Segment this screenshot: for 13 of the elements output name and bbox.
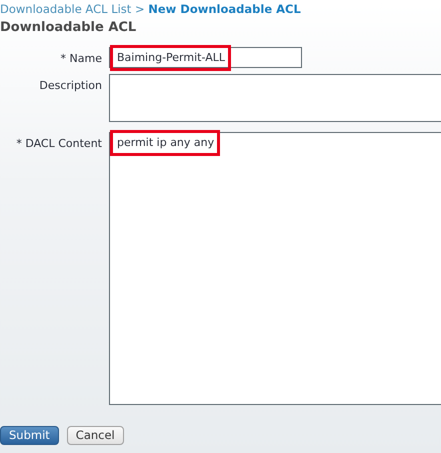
- breadcrumb-current: New Downloadable ACL: [148, 2, 301, 16]
- field-label: * DACL Content: [15, 136, 102, 152]
- field-value: permit ip any any: [110, 130, 220, 156]
- page-title: Downloadable ACL: [0, 19, 138, 37]
- field-value: Baiming-Permit-ALL: [110, 45, 231, 71]
- text-area[interactable]: permit ip any any: [109, 132, 441, 405]
- name-input[interactable]: Baiming-Permit-ALL: [109, 47, 302, 68]
- submit-button[interactable]: Submit: [0, 426, 59, 445]
- text-area[interactable]: [109, 74, 441, 122]
- field-label: Description: [38, 78, 102, 94]
- field-label: * Name: [60, 51, 102, 67]
- breadcrumb-separator: >: [134, 2, 145, 16]
- cancel-button[interactable]: Cancel: [66, 426, 124, 445]
